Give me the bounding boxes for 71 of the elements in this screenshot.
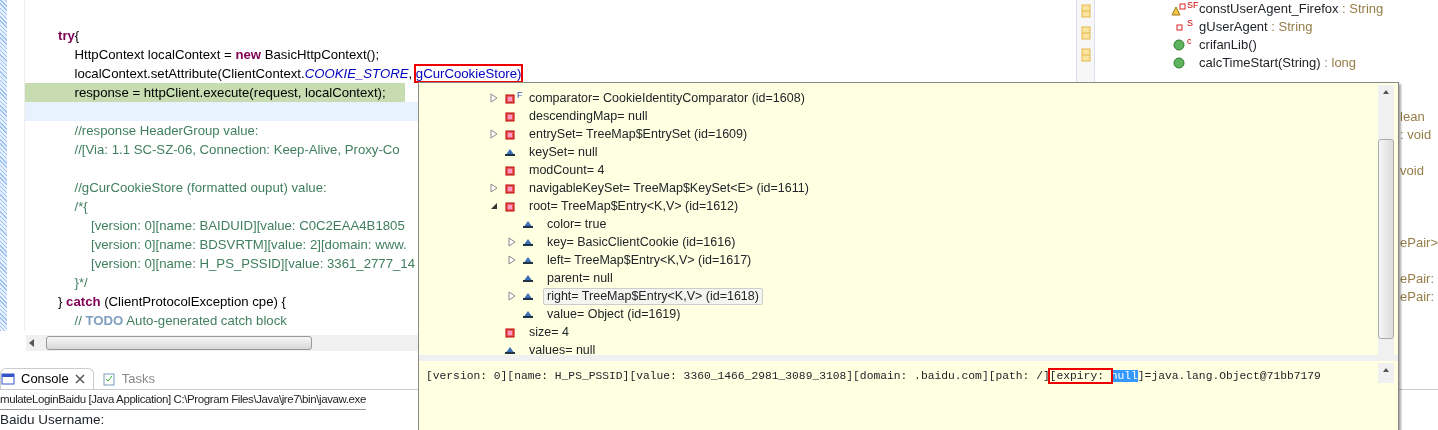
variable-row[interactable]: keySet= null — [525, 143, 602, 161]
outline-item[interactable]: ePair> — [1400, 234, 1438, 252]
outline-item[interactable]: lean — [1400, 108, 1425, 126]
outline-item[interactable]: ePair: — [1400, 288, 1434, 306]
code-line: [version: 0][name: BAIDUID][value: C0C2EAA4B1805 — [90, 217, 405, 235]
console-tab[interactable]: Console — [0, 368, 94, 389]
private-field-icon — [503, 91, 517, 105]
code-line: //gCurCookieStore (formatted ouput) value: — [73, 179, 327, 197]
code-line: } catch (ClientProtocolException cpe) { — [57, 293, 286, 311]
variable-row[interactable]: key= BasicClientCookie (id=1616) — [543, 233, 740, 251]
code-line: [version: 0][name: H_PS_PSSID][value: 3361_2777_14 — [90, 255, 416, 273]
vertical-scrollbar[interactable] — [1378, 85, 1394, 355]
code-line: try{ — [57, 27, 80, 45]
close-icon[interactable] — [74, 374, 85, 384]
modifier-label: c — [1187, 36, 1193, 46]
expand-icon[interactable] — [507, 255, 517, 265]
code-line: localContext.setAttribute(ClientContext.COOKIE_STORE, gCurCookieStore) — [73, 65, 522, 83]
scrollbar-thumb[interactable] — [1378, 139, 1394, 339]
code-line: [version: 0][name: BDSVRTM][value: 2][domain: www. — [90, 236, 407, 254]
code-line: //[Via: 1.1 SC-SZ-06, Connection: Keep-Alive, Proxy-Co — [73, 141, 400, 159]
console-icon — [1, 372, 15, 386]
scrollbar-thumb[interactable] — [46, 336, 312, 350]
vertical-scrollbar[interactable] — [1378, 363, 1394, 383]
outline-item[interactable]: ePair: — [1400, 270, 1434, 288]
variable-row[interactable]: left= TreeMap$Entry<K,V> (id=1617) — [543, 251, 756, 269]
tasks-icon — [101, 371, 116, 386]
code-line: /*{ — [73, 198, 88, 216]
outline-item[interactable]: gUserAgent : String — [1199, 17, 1313, 37]
overview-marker-icon — [1080, 4, 1091, 18]
outline-item[interactable]: constUserAgent_Firefox : String — [1199, 0, 1384, 19]
collapse-icon[interactable] — [489, 201, 499, 211]
variable-row[interactable]: value= Object (id=1619) — [543, 305, 685, 323]
overview-marker-icon — [1080, 48, 1091, 62]
variable-row[interactable]: parent= null — [543, 269, 617, 287]
code-line: //response HeaderGroup value: — [73, 122, 259, 140]
private-field-icon — [503, 325, 517, 339]
private-field-icon — [503, 109, 517, 123]
private-field-icon — [503, 181, 517, 195]
variable-row[interactable]: right= TreeMap$Entry<K,V> (id=1618) — [543, 287, 763, 305]
modifier-label: S — [1187, 18, 1195, 28]
modifier-label: SF — [1187, 0, 1200, 10]
variable-row[interactable]: navigableKeySet= TreeMap$KeySet<E> (id=1611) — [525, 179, 813, 197]
process-label: mulateLoginBaidu [Java Application] C:\Program Files\Java\jre7\bin\javaw.exe — [0, 390, 366, 410]
variable-row[interactable]: modCount= 4 — [525, 161, 609, 179]
outline-item[interactable]: crifanLib() — [1199, 35, 1257, 55]
variable-row[interactable]: color= true — [543, 215, 611, 233]
variable-row[interactable]: descendingMap= null — [525, 107, 652, 125]
private-field-icon — [503, 199, 517, 213]
code-line: HttpContext localContext = new BasicHttpContext(); — [73, 46, 380, 64]
outline-item[interactable]: calcTimeStart(String) : long — [1199, 53, 1357, 73]
private-field-icon — [503, 163, 517, 177]
private-field-icon — [503, 127, 517, 141]
variable-row[interactable]: root= TreeMap$Entry<K,V> (id=1612) — [525, 197, 743, 215]
variable-row[interactable]: comparator= CookieIdentityComparator (id=1608) — [525, 89, 809, 107]
method-icon — [1173, 39, 1186, 51]
outline-item[interactable]: : void — [1400, 126, 1432, 144]
method-icon — [1173, 57, 1186, 69]
expand-icon[interactable] — [489, 183, 499, 193]
expand-icon[interactable] — [489, 129, 499, 139]
modifier-label: F — [517, 91, 523, 100]
code-line: // TODO Auto-generated catch block — [73, 312, 287, 330]
console-tab[interactable]: Tasks — [93, 368, 163, 389]
expand-icon[interactable] — [507, 237, 517, 247]
expand-icon[interactable] — [507, 291, 517, 301]
variable-row[interactable]: values= null — [525, 341, 600, 359]
variable-row[interactable]: size= 4 — [525, 323, 573, 341]
variable-row[interactable]: entrySet= TreeMap$EntrySet (id=1609) — [525, 125, 752, 143]
code-line: }*/ — [73, 274, 88, 292]
overview-marker-icon — [1080, 26, 1091, 40]
console-output: Baidu Username: — [0, 411, 105, 429]
outline-item[interactable]: void — [1400, 162, 1424, 180]
